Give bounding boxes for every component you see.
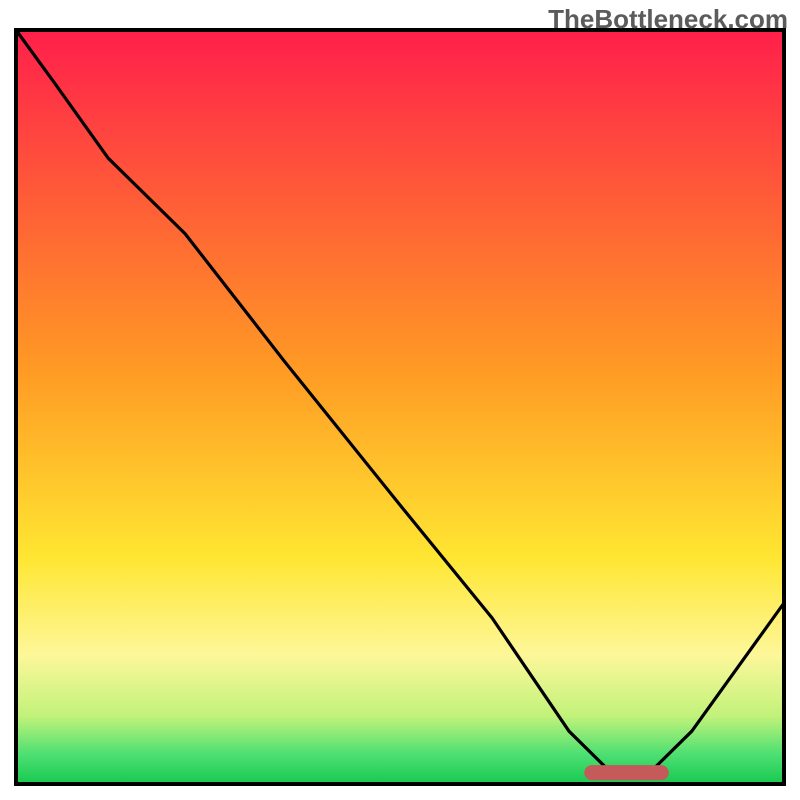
bottleneck-chart xyxy=(0,0,800,800)
chart-container: TheBottleneck.com xyxy=(0,0,800,800)
chart-background xyxy=(16,30,784,784)
optimal-marker xyxy=(584,765,668,780)
watermark-text: TheBottleneck.com xyxy=(548,4,788,35)
